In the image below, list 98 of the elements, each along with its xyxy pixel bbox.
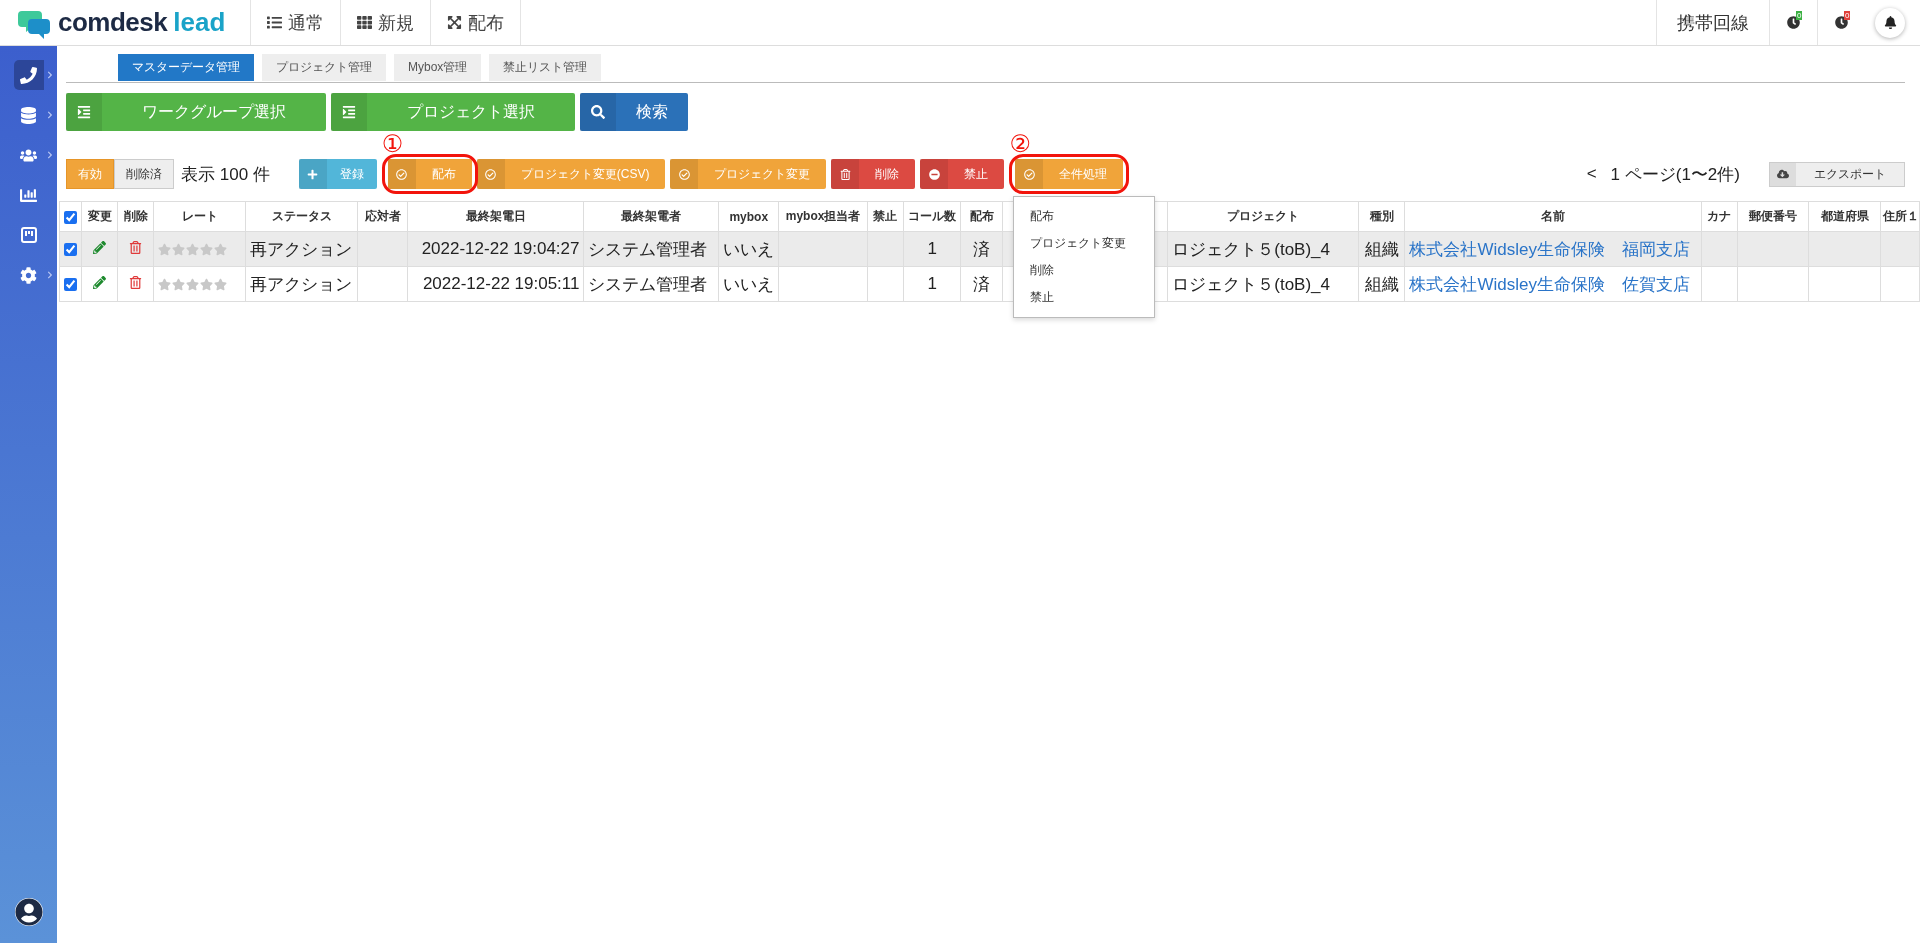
database-icon: [20, 106, 37, 124]
table-cell: システム管理者: [588, 274, 708, 294]
select-button[interactable]: プロジェクト選択: [331, 93, 575, 131]
table-cell: 2022-12-22 19:05:11: [422, 274, 580, 293]
column-header: カナ: [1701, 201, 1738, 232]
pencil-icon[interactable]: [93, 276, 107, 289]
column-header: 住所１: [1880, 201, 1920, 232]
trash-icon[interactable]: [129, 276, 143, 289]
indent-icon: [342, 105, 356, 119]
nav-link[interactable]: 新規: [340, 0, 430, 45]
tab[interactable]: マスターデータ管理: [118, 54, 254, 81]
select-button[interactable]: ワークグループ選択: [66, 93, 326, 131]
table-cell: 再アクション: [249, 239, 352, 259]
search-icon: [591, 105, 605, 119]
account-icon: [14, 898, 43, 926]
table-cell: ロジェクト５(toB)_4: [1172, 274, 1330, 294]
table-cell: 1: [927, 274, 937, 293]
list-icon: [267, 15, 282, 30]
clock-icon: [1835, 16, 1848, 29]
column-header: mybox: [718, 201, 779, 232]
bell-icon: [1883, 16, 1897, 29]
tab[interactable]: 禁止リスト管理: [489, 54, 602, 81]
column-header: コール数: [903, 201, 961, 232]
column-header: 郵便番号: [1737, 201, 1809, 232]
indent-icon: [77, 105, 91, 119]
column-header: 最終架電者: [584, 201, 719, 232]
count-badge: 0: [1844, 11, 1851, 20]
table-cell: いいえ: [723, 239, 775, 259]
table-cell: 済: [973, 274, 991, 294]
line-label: 携帯回線: [1656, 0, 1769, 45]
table-cell: ロジェクト５(toB)_4: [1172, 239, 1330, 259]
column-header: 変更: [81, 201, 118, 232]
expand-icon: [447, 15, 462, 30]
previous-page-link[interactable]: <: [1586, 164, 1597, 184]
chevron-icon: [45, 71, 54, 79]
row-checkbox[interactable]: [64, 243, 78, 256]
table-cell: 組織: [1364, 239, 1399, 259]
trash-icon[interactable]: [129, 241, 143, 254]
column-header: レート: [153, 201, 246, 232]
count-badge: 0: [1796, 11, 1803, 20]
cloud-download-icon: [1777, 168, 1789, 180]
minus-icon: [929, 168, 940, 180]
plus-icon: [307, 168, 319, 180]
table-cell: いいえ: [723, 274, 775, 294]
check-icon: [1024, 168, 1035, 180]
column-header: 名前: [1404, 201, 1702, 232]
column-header: 削除: [117, 201, 154, 232]
logo-text: comdesk lead: [58, 7, 226, 38]
chevron-icon: [45, 111, 54, 119]
select-button[interactable]: 検索: [580, 93, 688, 131]
menu-item[interactable]: 禁止: [1014, 284, 1155, 311]
timer-button[interactable]: 0: [1769, 0, 1817, 45]
action-button[interactable]: 禁止: [920, 159, 1005, 189]
board-icon: [19, 226, 38, 244]
column-header: 最終架電日: [407, 201, 584, 232]
table-cell: 組織: [1364, 274, 1399, 294]
row-checkbox[interactable]: [64, 278, 78, 291]
table-cell: 済: [973, 239, 991, 259]
menu-item[interactable]: 削除: [1014, 257, 1155, 284]
column-header: プロジェクト: [1167, 201, 1359, 232]
action-button[interactable]: 削除: [831, 159, 916, 189]
table-cell: 1: [927, 239, 937, 258]
pencil-icon[interactable]: [93, 241, 107, 254]
table-cell: システム管理者: [588, 239, 708, 259]
column-header: 配布: [960, 201, 1003, 232]
column-header: 種別: [1358, 201, 1405, 232]
grid-icon: [357, 15, 372, 30]
chevron-icon: [45, 271, 54, 279]
trash-icon: [840, 168, 851, 180]
export-button[interactable]: エクスポート: [1769, 161, 1905, 187]
timer-button[interactable]: 0: [1817, 0, 1865, 45]
page-info: 1 ページ(1〜2件): [1610, 163, 1740, 186]
column-header: mybox担当者: [778, 201, 868, 232]
clock-icon: [1787, 16, 1800, 29]
select-all-checkbox[interactable]: [64, 210, 78, 224]
check-icon: [396, 168, 408, 180]
filter-toggle[interactable]: 削除済: [114, 159, 174, 189]
column-header: 応対者: [357, 201, 408, 232]
column-header: ステータス: [245, 201, 358, 232]
account-button[interactable]: [13, 897, 44, 927]
nav-link[interactable]: 通常: [250, 0, 340, 45]
gear-icon: [20, 266, 37, 284]
table-cell: 再アクション: [249, 274, 352, 294]
annotation-number: ①: [381, 132, 404, 156]
tab[interactable]: プロジェクト管理: [262, 54, 386, 81]
column-header: 都道府県: [1808, 201, 1881, 232]
check-icon: [485, 168, 497, 180]
count-label: 表示 100 件: [181, 163, 270, 186]
chevron-icon: [45, 151, 54, 159]
annotation-number: ②: [1009, 132, 1031, 156]
table-cell: 2022-12-22 19:04:27: [421, 239, 580, 258]
check-icon: [679, 168, 690, 180]
column-header: 禁止: [867, 201, 904, 232]
chart-icon: [20, 186, 37, 204]
phone-icon: [20, 66, 37, 84]
tab[interactable]: Mybox管理: [394, 54, 482, 81]
notification-button[interactable]: [1875, 7, 1905, 38]
nav-link[interactable]: 配布: [430, 0, 521, 45]
